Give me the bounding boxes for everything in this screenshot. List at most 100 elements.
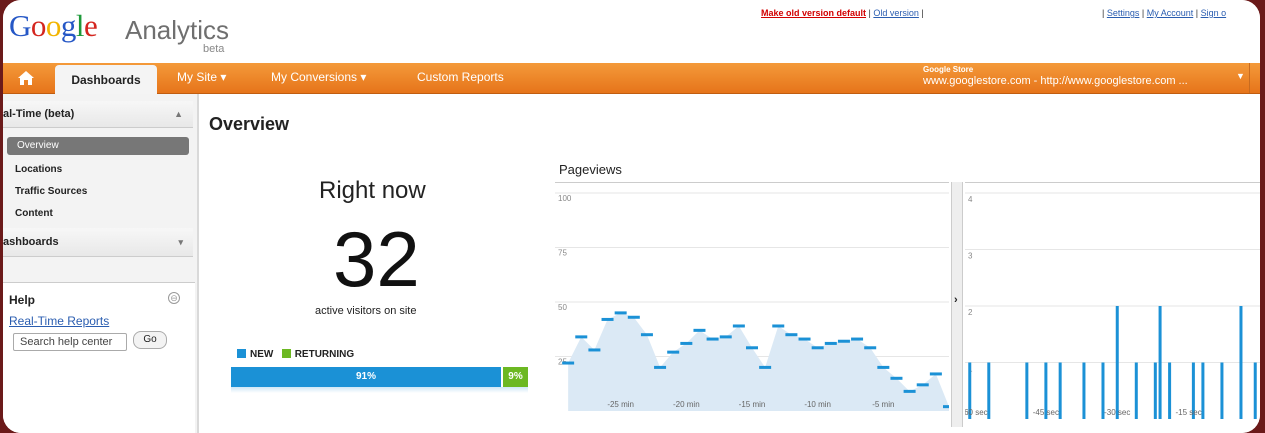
separator: | [918,8,924,18]
data-point [851,337,864,341]
logo-letter: l [75,8,85,43]
sidebar-item-locations[interactable]: Locations [15,164,62,175]
sidebar: al-Time (beta) ▲ Overview Locations Traf… [3,94,199,433]
google-logo[interactable]: Google [9,8,98,44]
home-icon[interactable] [17,69,35,87]
data-point [706,337,719,341]
settings-link[interactable]: Settings [1107,8,1140,18]
account-name: Google Store [923,65,974,74]
visitor-ratio-bar: 91% 9% [231,367,528,387]
y-tick-label: 100 [558,194,572,203]
bar [1253,362,1257,419]
legend-swatch-returning [281,349,291,358]
make-old-version-default-link[interactable]: Make old version default [761,8,866,18]
collapse-icon[interactable]: ⊖ [168,292,180,304]
data-point [732,324,745,328]
pageviews-minutes-svg: 100755025-25 min-20 min-15 min-10 min-5 … [555,192,955,411]
pageviews-minutes-chart: 100755025-25 min-20 min-15 min-10 min-5 … [555,182,955,423]
sidebar-item-traffic-sources[interactable]: Traffic Sources [15,186,87,197]
data-point [929,372,942,376]
tab-my-site[interactable]: My Site ▾ [177,70,226,84]
pageviews-seconds-chart: 4321-60 sec-45 sec-30 sec-15 sec [961,182,1260,423]
main-nav: Dashboards My Site ▾ My Conversions ▾ Cu… [3,63,1260,94]
logo-letter: g [60,8,77,43]
data-point [811,346,824,350]
tab-custom-reports[interactable]: Custom Reports [417,70,504,84]
data-point [837,339,850,343]
account-selector[interactable]: Google Store www.googlestore.com - http:… [923,65,1188,87]
data-point [798,337,811,341]
data-point [562,361,575,365]
bar [1025,362,1029,419]
help-search-input[interactable]: Search help center [13,333,127,351]
data-point [601,317,614,321]
data-point [588,348,601,352]
sidebar-item-content[interactable]: Content [15,208,53,219]
x-tick-label: -25 min [607,400,634,409]
sidebar-section-label: al-Time (beta) [3,108,75,120]
help-title: Help [9,293,36,307]
data-point [772,324,785,328]
data-point [693,328,706,332]
x-tick-label: -15 min [739,400,766,409]
logo-letter: G [9,8,31,43]
data-point [627,315,640,319]
right-now-label: Right now [319,177,426,204]
ratio-new-segment: 91% [231,367,501,387]
help-panel: Help ⊖ Real-Time Reports Search help cen… [3,282,195,433]
old-version-link[interactable]: Old version [873,8,919,18]
data-point [614,311,627,315]
bar [1058,362,1062,419]
y-tick-label: 75 [558,249,567,258]
bar [987,362,991,419]
divider [1249,63,1250,93]
data-point [903,389,916,393]
sidebar-section-realtime[interactable]: al-Time (beta) ▲ [3,101,193,128]
data-point [916,383,929,387]
ratio-returning-segment: 9% [501,367,528,387]
sidebar-section-label: ashboards [3,236,59,248]
bar [1153,362,1157,419]
bar [1239,306,1243,419]
sidebar-item-overview[interactable]: Overview [7,137,189,155]
y-tick-label: 3 [968,252,973,261]
data-point [890,376,903,380]
header: Google Analytics beta Make old version d… [3,0,1260,60]
data-point [877,365,890,369]
bar [1115,306,1119,419]
logo-product-name: Analytics [125,15,230,45]
data-point [680,341,693,345]
chevron-right-icon[interactable]: › [954,294,958,306]
data-point [824,341,837,345]
tab-my-conversions[interactable]: My Conversions ▾ [271,70,366,84]
help-go-button[interactable]: Go [133,331,167,349]
logo-letter: e [84,8,98,43]
x-tick-label: -20 min [673,400,700,409]
pageviews-area [568,312,949,411]
logo-beta-label: beta [203,43,225,55]
data-point [640,333,653,337]
chevron-down-icon: ▾ [178,237,183,247]
legend-swatch-new [237,349,246,358]
legend-returning-label: RETURNING [294,349,355,360]
bar [1134,362,1138,419]
sidebar-section-dashboards[interactable]: ashboards ▾ [3,228,193,257]
bar [1158,306,1162,419]
chevron-up-icon: ▲ [174,109,183,119]
chevron-down-icon[interactable]: ▼ [1236,71,1245,81]
account-links: | Settings | My Account | Sign o [1102,8,1227,18]
pageviews-seconds-svg: 4321-60 sec-45 sec-30 sec-15 sec [961,192,1260,419]
ratio-bar-shadow [231,387,528,393]
y-tick-label: 50 [558,303,567,312]
sign-out-link[interactable]: Sign o [1201,8,1227,18]
page-title: Overview [209,114,290,134]
data-point [719,335,732,339]
y-tick-label: 2 [968,308,973,317]
x-tick-label: -45 sec [1033,408,1059,417]
help-link-realtime-reports[interactable]: Real-Time Reports [9,314,109,328]
tab-dashboards[interactable]: Dashboards [55,65,157,94]
x-tick-label: -15 sec [1176,408,1202,417]
bar [1201,362,1205,419]
my-account-link[interactable]: My Account [1147,8,1194,18]
data-point [864,346,877,350]
